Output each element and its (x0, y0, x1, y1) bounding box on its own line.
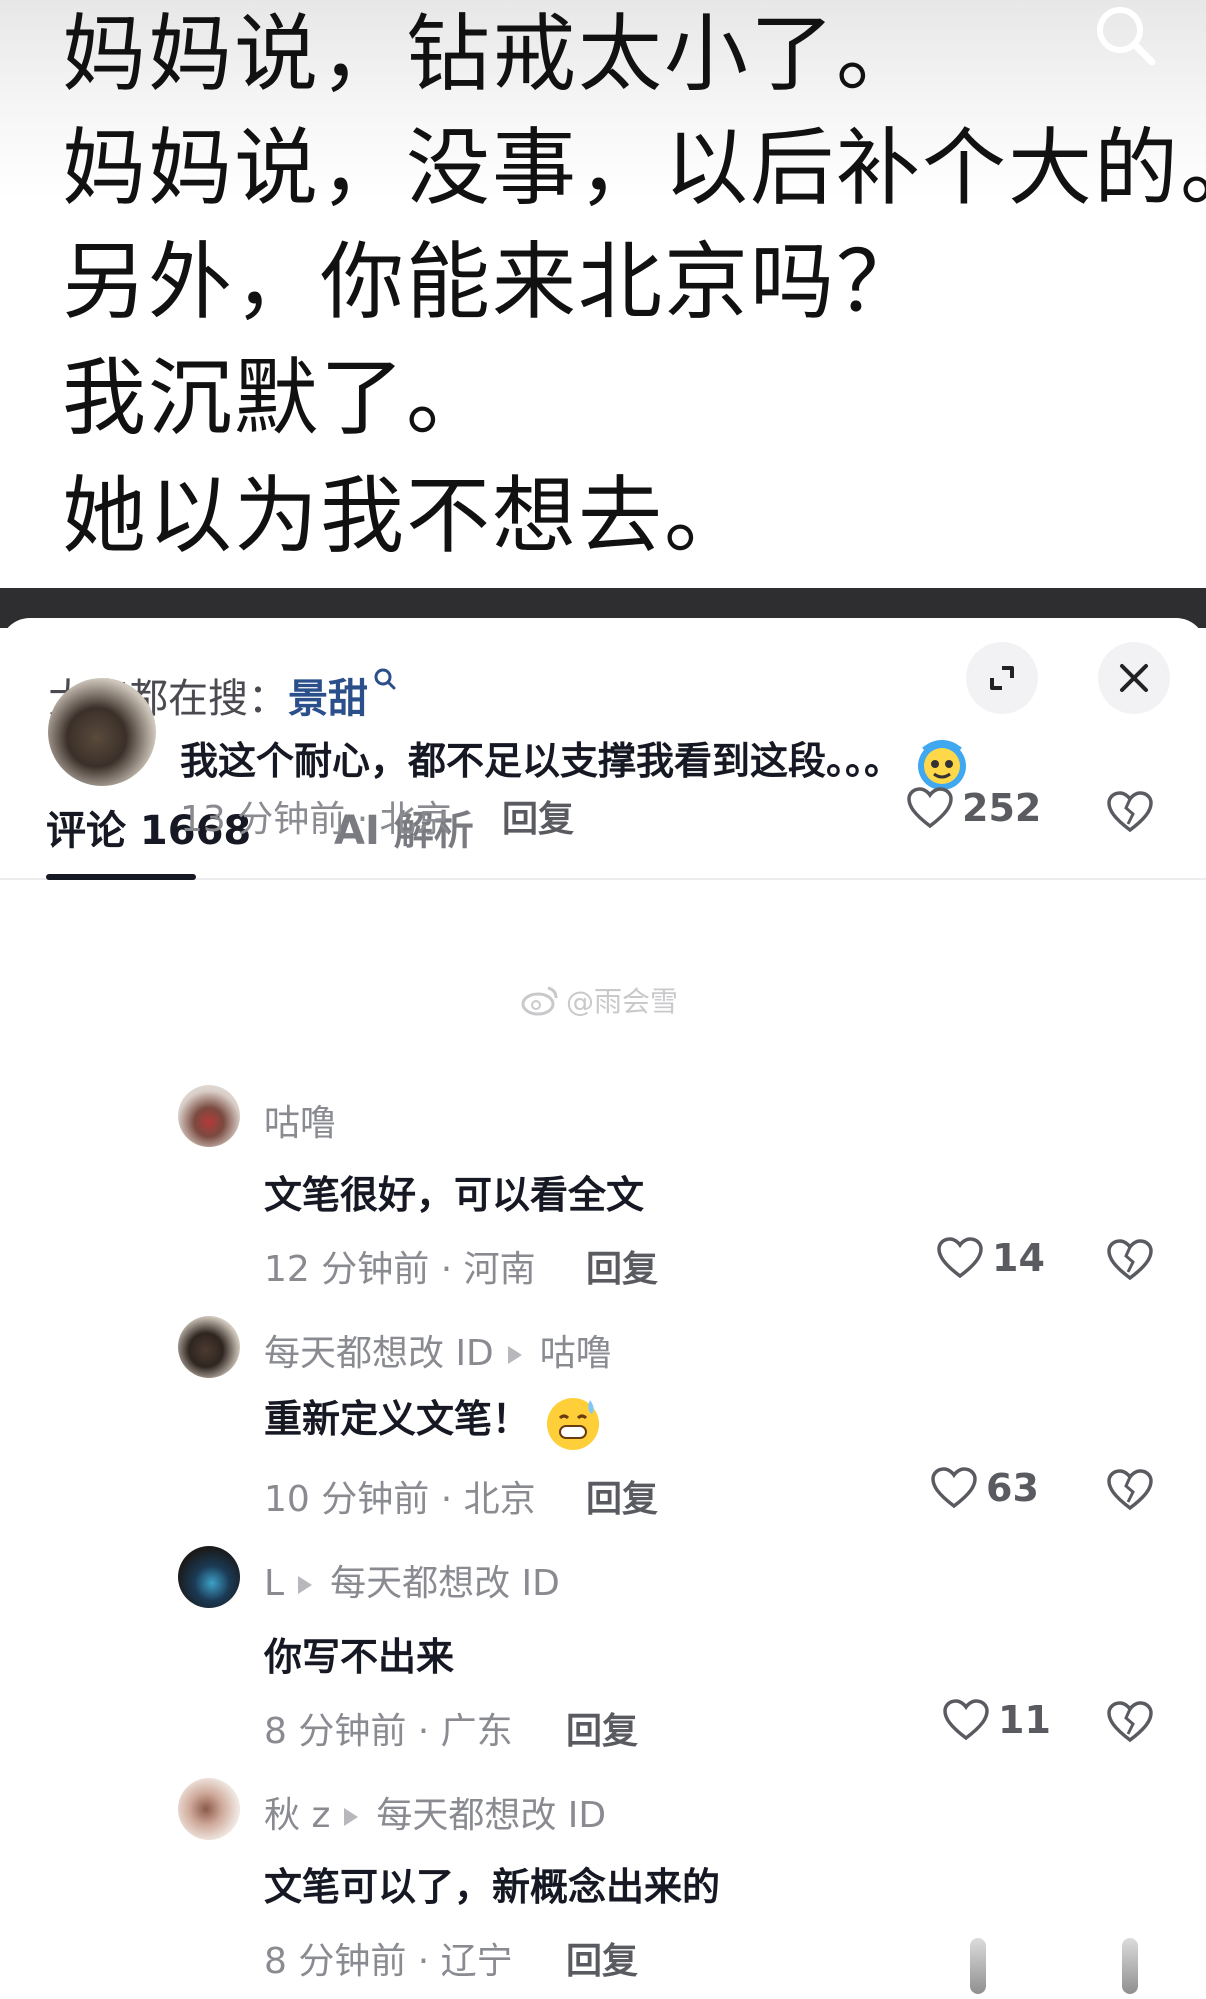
reply-text: 文笔可以了，新概念出来的 (264, 1865, 721, 1909)
weibo-logo-icon (521, 986, 558, 1016)
hot-search-keyword[interactable]: 景甜 (288, 676, 368, 722)
reply-arrow-icon (507, 1346, 522, 1364)
like-button[interactable]: 11 (942, 1698, 1051, 1742)
watermark-text: @雨会雪 (566, 985, 679, 1018)
comment-text-content: 我这个耐心，都不足以支撑我看到这段。。。 (180, 739, 903, 783)
reply-button[interactable]: 回复 (566, 1702, 638, 1754)
reply-author[interactable]: 咕噜 (264, 1094, 336, 1146)
story-line: 妈妈说，钻戒太小了。 (62, 5, 923, 103)
heart-icon (931, 1467, 977, 1509)
watermark: @雨会雪 (520, 980, 678, 1020)
scroll-indicator (1122, 1938, 1138, 1994)
author-name: 咕噜 (264, 1103, 337, 1144)
story-line: 她以为我不想去。 (62, 467, 751, 565)
story-line: 我沉默了。 (62, 349, 493, 447)
avatar[interactable] (178, 1778, 240, 1840)
close-icon (1120, 664, 1148, 692)
reply-text-content: 重新定义文笔！ (264, 1397, 531, 1441)
story-line: 妈妈说，没事，以后补个大的。 (62, 119, 1206, 217)
avatar[interactable] (178, 1316, 240, 1378)
author-name: 秋 z (264, 1795, 331, 1836)
broken-heart-icon[interactable] (1106, 1468, 1154, 1512)
active-tab-indicator (46, 874, 196, 880)
search-icon (1097, 7, 1156, 66)
reply-meta: 8 分钟前 · 广东 (264, 1711, 513, 1752)
heart-icon (943, 1699, 989, 1741)
search-button[interactable] (1090, 0, 1162, 72)
reply-text: 重新定义文笔！ (264, 1388, 604, 1452)
broken-heart-icon[interactable] (1106, 790, 1154, 834)
story-line: 另外，你能来北京吗？ (62, 233, 923, 331)
close-button[interactable] (1098, 642, 1170, 714)
reply-author[interactable]: 秋 z 每天都想改 ID (264, 1786, 606, 1838)
reply-to-name: 每天都想改 ID (330, 1563, 560, 1604)
reply-arrow-icon (298, 1576, 313, 1594)
reply-meta: 10 分钟前 · 北京 (264, 1479, 536, 1520)
expand-button[interactable] (966, 642, 1038, 714)
avatar[interactable] (178, 1085, 240, 1147)
like-button[interactable]: 252 (906, 786, 1041, 830)
search-icon (374, 668, 396, 690)
comment-meta: 13 分钟前 · 北京 (180, 799, 452, 840)
heart-icon (907, 787, 953, 829)
dizzy-emoji-icon (918, 739, 967, 790)
reply-button[interactable]: 回复 (586, 1240, 658, 1292)
reply-text: 你写不出来 (264, 1635, 455, 1679)
reply-button[interactable]: 回复 (566, 1932, 638, 1984)
broken-heart-icon[interactable] (1106, 1238, 1154, 1282)
reply-to-name: 每天都想改 ID (376, 1795, 607, 1836)
reply-button[interactable]: 回复 (502, 790, 574, 842)
heart-icon (937, 1237, 983, 1279)
reply-to-name: 咕噜 (539, 1333, 612, 1374)
like-count: 252 (962, 786, 1042, 830)
reply-meta: 8 分钟前 · 辽宁 (264, 1941, 513, 1982)
like-button[interactable]: 14 (936, 1236, 1045, 1280)
reply-arrow-icon (344, 1808, 359, 1826)
like-button[interactable]: 63 (930, 1466, 1039, 1510)
grinning-sweat-emoji-icon (547, 1397, 600, 1450)
broken-heart-icon[interactable] (1106, 1700, 1154, 1744)
avatar[interactable] (178, 1546, 240, 1608)
like-count: 14 (992, 1236, 1045, 1280)
comment-text: 我这个耐心，都不足以支撑我看到这段。。。 (180, 730, 970, 792)
reply-meta: 12 分钟前 · 河南 (264, 1249, 536, 1290)
reply-text: 文笔很好，可以看全文 (264, 1173, 645, 1217)
like-count: 63 (986, 1466, 1039, 1510)
comment-sheet: 大家都在搜：景甜 评论 1668 AI 解析 我这个耐心，都不足以支撑我看到这段… (0, 618, 1206, 1999)
author-name: 每天都想改 ID (264, 1333, 494, 1374)
avatar[interactable] (48, 678, 156, 786)
story-area: 妈妈说，钻戒太小了。 妈妈说，没事，以后补个大的。 另外，你能来北京吗？ 我沉默… (0, 0, 1206, 588)
reply-button[interactable]: 回复 (586, 1470, 658, 1522)
reply-author[interactable]: 每天都想改 ID 咕噜 (264, 1324, 612, 1376)
reply-author[interactable]: L 每天都想改 ID (264, 1554, 560, 1606)
expand-icon (990, 666, 1014, 690)
author-name: L (264, 1563, 285, 1604)
like-count: 11 (998, 1698, 1051, 1742)
scroll-indicator (970, 1938, 986, 1994)
